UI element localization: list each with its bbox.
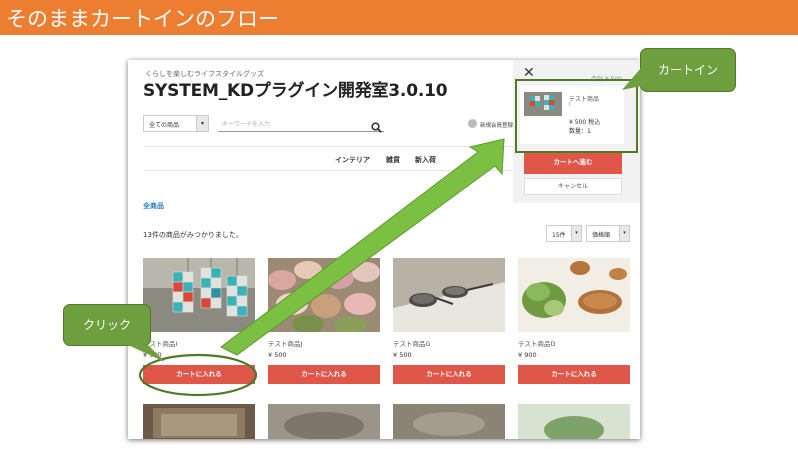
callout-pointer-cart [622, 68, 641, 90]
